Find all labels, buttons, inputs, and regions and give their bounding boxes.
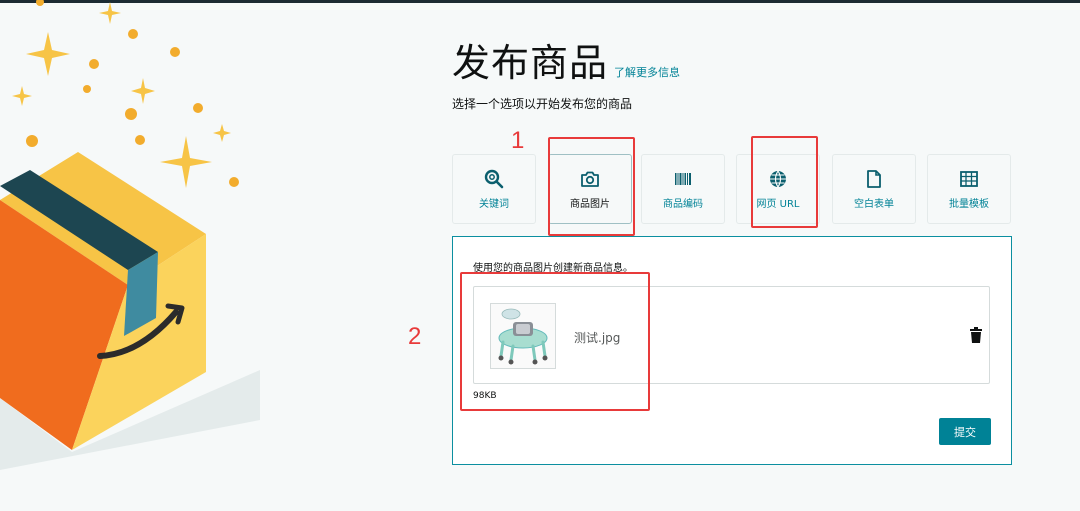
tab-label: 商品编码 <box>663 198 703 210</box>
annotation-box-2 <box>460 272 650 411</box>
annotation-number-2: 2 <box>408 323 422 350</box>
title-row: 发布商品 了解更多信息 <box>452 40 680 86</box>
sparkle-icon <box>12 2 231 188</box>
barcode-icon <box>675 172 691 185</box>
tab-keyword[interactable]: 关键词 <box>452 154 536 224</box>
spreadsheet-icon <box>960 170 978 187</box>
tab-blank-form[interactable]: 空白表单 <box>832 154 916 224</box>
annotation-box-url <box>751 136 818 228</box>
tab-label: 批量模板 <box>949 198 989 210</box>
tab-label: 关键词 <box>479 198 509 210</box>
submit-button[interactable]: 提交 <box>939 418 991 445</box>
listing-option-tabs: 关键词 商品图片 商品编码 网页 URL 空白表单 批量模板 <box>452 154 1012 226</box>
document-icon <box>867 169 881 188</box>
search-icon <box>484 169 504 188</box>
annotation-number-1: 1 <box>511 127 525 154</box>
tab-product-code[interactable]: 商品编码 <box>641 154 725 224</box>
trash-icon[interactable] <box>969 327 983 343</box>
package-illustration <box>0 0 260 470</box>
learn-more-link[interactable]: 了解更多信息 <box>614 64 680 80</box>
tab-bulk-template[interactable]: 批量模板 <box>927 154 1011 224</box>
annotation-box-1 <box>548 137 635 236</box>
tab-label: 空白表单 <box>854 198 894 210</box>
page-title: 发布商品 <box>452 41 609 85</box>
page-subtitle: 选择一个选项以开始发布您的商品 <box>452 97 633 111</box>
